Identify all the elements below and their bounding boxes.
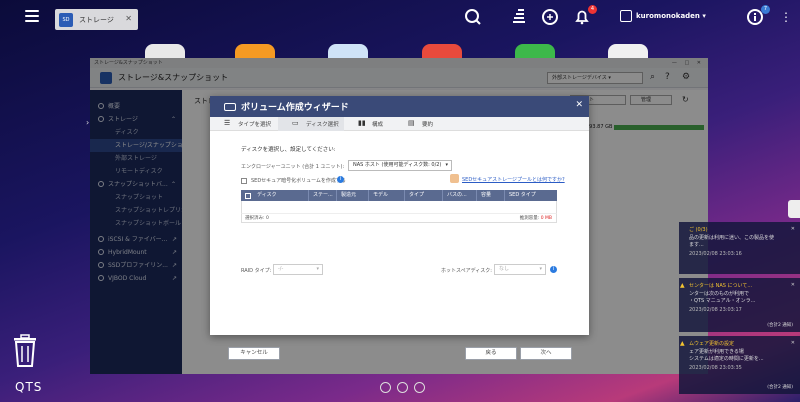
collapse-arrow-icon[interactable]: › — [86, 118, 89, 127]
select-all-checkbox[interactable] — [245, 192, 251, 199]
col-sed-type[interactable]: SED タイプ — [505, 190, 557, 201]
col-model[interactable]: モデル — [369, 190, 405, 201]
col-disk[interactable]: ディスク — [253, 190, 309, 201]
disk-table: ディスク ステー... 製造元 モデル タイプ バスの... 容量 SED タイ… — [241, 190, 557, 223]
dock-app-icon[interactable] — [414, 382, 425, 393]
disk-table-header: ディスク ステー... 製造元 モデル タイプ バスの... 容量 SED タイ… — [241, 190, 557, 201]
info-icon[interactable]: 7 — [745, 5, 770, 28]
more-options-icon[interactable]: ⋮ — [780, 10, 792, 24]
chevron-down-icon: ▾ — [539, 266, 542, 272]
notification-item[interactable]: ✕ ご (0/3) 品の更新は利用に迷い、この製品を使 ます... 2023/0… — [679, 222, 800, 274]
sed-checkbox[interactable]: SEDセキュア暗号化ボリュームを作成する — [241, 177, 346, 184]
storage-app-icon: SD — [59, 12, 73, 27]
disk-icon: ▭ — [292, 119, 299, 127]
top-bar: SD ストレージ ✕ 4 kuromonokaden ▾ 7 ⋮ — [0, 0, 800, 36]
hotspare-label: ホットスペアディスク: — [441, 268, 492, 274]
background-tasks-icon[interactable] — [509, 8, 529, 28]
wizard-prompt: ディスクを選択し、設定してください: — [241, 147, 336, 153]
raid-type-label: RAID タイプ: — [241, 268, 272, 274]
step-configure: ▮▮ 構成 — [358, 119, 384, 128]
username: kuromonokaden ▾ — [636, 12, 706, 20]
col-status[interactable]: ステー... — [309, 190, 337, 201]
warning-icon: ▲ — [680, 340, 685, 347]
notification-item[interactable]: ▲ ✕ ムウェア更新の設定 ェア更新が利用できる場 システムは適定の時間に更新を… — [679, 336, 800, 394]
estimated-capacity: 推測容量: 0 MB — [519, 216, 552, 221]
wizard-steps: ☰ タイプを選択 ▭ ディスク選択 ▮▮ 構成 ▤ 要約 — [210, 116, 589, 131]
desktop-dock — [380, 382, 431, 393]
trash-icon[interactable] — [12, 334, 38, 368]
qts-logo: QTS — [15, 380, 43, 394]
info-count-badge: 7 — [761, 5, 770, 14]
wizard-body: ディスクを選択し、設定してください: エンクロージャーユニット (合計 1 ユニ… — [210, 131, 589, 360]
app-tab-label: ストレージ — [79, 15, 114, 24]
close-icon[interactable]: ✕ — [791, 226, 795, 232]
step-select-type: ☰ タイプを選択 — [224, 119, 272, 128]
close-icon[interactable]: ✕ — [791, 340, 795, 346]
app-tab-close-icon[interactable]: ✕ — [125, 14, 132, 23]
hotspare-select[interactable]: なし ▾ — [494, 264, 546, 275]
enclosure-label: エンクロージャーユニット (合計 1 ユニット): — [241, 164, 345, 170]
disk-table-footer: 選択済み: 0 推測容量: 0 MB — [241, 213, 557, 223]
col-bus[interactable]: バスの... — [443, 190, 477, 201]
raid-type-select[interactable]: -/- ▾ — [273, 264, 323, 275]
next-button[interactable]: 次へ — [520, 347, 572, 360]
step-summary: ▤ 要約 — [408, 119, 434, 128]
disk-icon — [224, 102, 236, 111]
notification-bell-icon[interactable]: 4 — [572, 5, 597, 28]
back-button[interactable]: 戻る — [465, 347, 517, 360]
dock-app-icon[interactable] — [397, 382, 408, 393]
dock-app-icon[interactable] — [380, 382, 391, 393]
warning-icon: ▲ — [680, 282, 685, 289]
sed-help-link[interactable]: SEDセキュアストレージプールとは何ですか? — [462, 176, 565, 183]
notification-item[interactable]: ▲ ✕ センターは NAS について... ンターは次のものが利用で ・QTS … — [679, 278, 800, 332]
selected-count: 選択済み: 0 — [245, 216, 269, 221]
wizard-close-icon[interactable]: ✕ — [575, 100, 583, 110]
info-icon[interactable]: i — [337, 176, 344, 183]
app-tab-storage[interactable]: SD ストレージ ✕ — [55, 9, 138, 30]
help-avatar-icon — [450, 174, 459, 183]
main-menu-icon[interactable] — [25, 10, 39, 24]
list-icon: ☰ — [224, 119, 231, 127]
wizard-title-bar: ボリューム作成ウィザード ✕ — [210, 96, 589, 117]
step-select-disks: ▭ ディスク選択 — [278, 116, 344, 131]
summary-icon: ▤ — [408, 119, 415, 127]
search-icon[interactable] — [463, 8, 483, 28]
chevron-down-icon: ▾ — [445, 162, 448, 168]
hotspare-info-icon[interactable]: i — [550, 266, 557, 273]
checkbox[interactable] — [241, 177, 247, 184]
notification-panel: ✕ ご (0/3) 品の更新は利用に迷い、この製品を使 ます... 2023/0… — [679, 222, 800, 394]
notification-count-badge: 4 — [588, 5, 597, 14]
disk-table-body — [241, 201, 557, 213]
col-vendor[interactable]: 製造元 — [337, 190, 369, 201]
volume-creation-wizard: ボリューム作成ウィザード ✕ ☰ タイプを選択 ▭ ディスク選択 ▮▮ 構成 ▤ 要約 … — [210, 96, 589, 360]
close-icon[interactable]: ✕ — [791, 282, 795, 288]
external-device-icon[interactable] — [540, 8, 560, 28]
col-capacity[interactable]: 容量 — [477, 190, 505, 201]
user-avatar-icon — [620, 10, 632, 22]
chevron-down-icon: ▾ — [316, 266, 319, 272]
col-type[interactable]: タイプ — [405, 190, 443, 201]
wizard-title: ボリューム作成ウィザード — [241, 103, 349, 113]
panel-expand-handle[interactable] — [788, 200, 800, 218]
enclosure-select[interactable]: NAS ホスト (使用可能ディスク数: 0/2) ▾ — [348, 160, 452, 171]
config-icon: ▮▮ — [358, 119, 366, 127]
user-menu[interactable]: kuromonokaden ▾ — [620, 10, 706, 22]
cancel-button[interactable]: キャンセル — [228, 347, 280, 360]
